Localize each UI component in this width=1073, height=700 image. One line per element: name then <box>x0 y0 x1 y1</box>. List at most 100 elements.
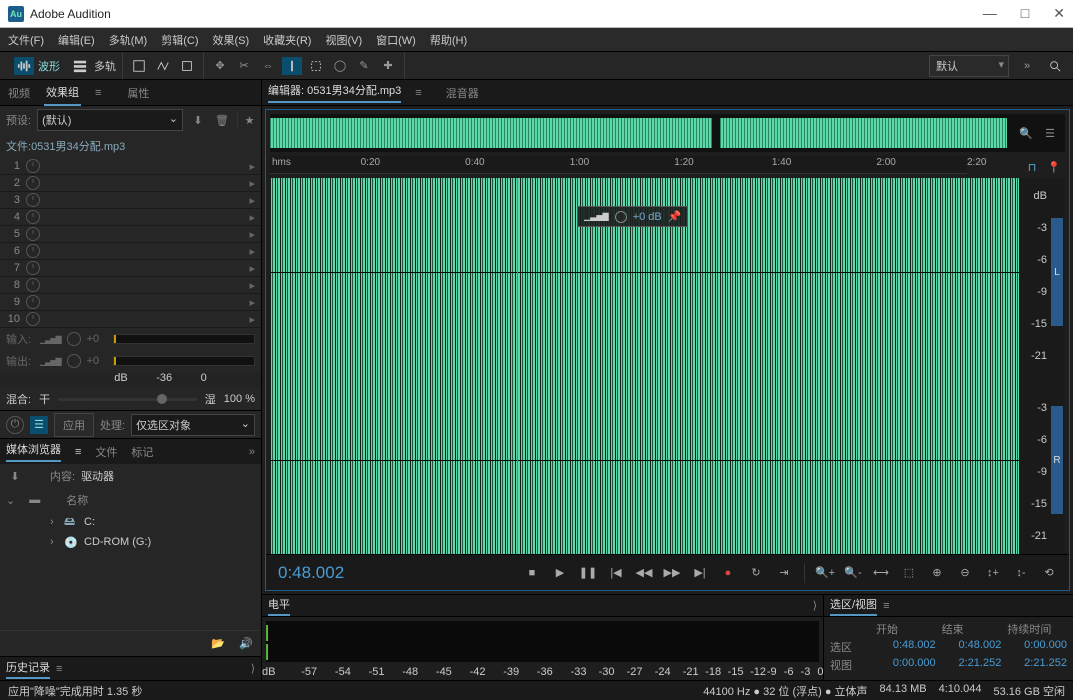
sel-duration[interactable]: 0:00.000 <box>1007 639 1067 655</box>
forward-button[interactable]: ▶▶ <box>660 561 684 585</box>
input-knob[interactable] <box>67 332 81 346</box>
favorite-icon[interactable]: ★ <box>237 111 255 129</box>
power-icon[interactable] <box>26 176 40 190</box>
slip-tool[interactable]: ⇔ <box>258 57 278 75</box>
tab-markers[interactable]: 标记 <box>131 444 153 460</box>
menu-view[interactable]: 视图(V) <box>325 32 362 48</box>
delete-preset-icon[interactable]: 🗑 <box>213 111 231 129</box>
maximize-button[interactable]: □ <box>1021 5 1029 22</box>
zoom-out-v-button[interactable]: ↕- <box>1009 561 1033 585</box>
panel-menu-icon[interactable]: ≡ <box>75 446 81 458</box>
search-button[interactable] <box>1045 57 1065 75</box>
power-icon[interactable] <box>26 210 40 224</box>
zoom-reset-button[interactable]: ⟲ <box>1037 561 1061 585</box>
tab-effects-rack[interactable]: 效果组 <box>44 80 81 106</box>
collapse-icon[interactable]: ⟩ <box>813 599 817 612</box>
workspace-more[interactable]: » <box>1017 57 1037 75</box>
skip-selection-button[interactable]: ⇥ <box>772 561 796 585</box>
zoom-in-v-button[interactable]: ↕+ <box>981 561 1005 585</box>
spectral-pitch-button[interactable] <box>153 57 173 75</box>
tree-item[interactable]: › 💿 CD-ROM (G:) <box>0 532 261 552</box>
effect-slot[interactable]: 9▸ <box>0 294 261 311</box>
close-button[interactable]: ✕ <box>1053 5 1065 22</box>
pin-icon[interactable]: 📌 <box>668 210 682 223</box>
list-icon[interactable]: ☰ <box>30 416 48 434</box>
open-folder-icon[interactable]: 📂 <box>209 635 227 653</box>
power-icon[interactable] <box>26 244 40 258</box>
import-icon[interactable]: ⬇ <box>6 467 24 485</box>
zoom-icon[interactable]: 🔍 <box>1017 124 1035 142</box>
rewind-button[interactable]: ◀◀ <box>632 561 656 585</box>
power-icon[interactable] <box>26 261 40 275</box>
preview-audio-icon[interactable]: 🔊 <box>237 635 255 653</box>
menu-help[interactable]: 帮助(H) <box>430 32 467 48</box>
brush-tool[interactable]: ✎ <box>354 57 374 75</box>
record-button[interactable]: ● <box>716 561 740 585</box>
playhead[interactable] <box>517 178 518 554</box>
skip-back-button[interactable]: |◀ <box>604 561 628 585</box>
power-button[interactable]: ⏻ <box>6 416 24 434</box>
stop-button[interactable]: ■ <box>520 561 544 585</box>
panel-menu-icon[interactable]: ≡ <box>95 87 101 99</box>
spectral-freq-button[interactable] <box>129 57 149 75</box>
zoom-selection-button[interactable]: ⬚ <box>897 561 921 585</box>
zoom-out-h-button[interactable]: 🔍- <box>841 561 865 585</box>
menu-edit[interactable]: 编辑(E) <box>58 32 95 48</box>
magnet-icon[interactable]: ⊓ <box>1023 158 1041 176</box>
minimize-button[interactable]: — <box>983 5 997 22</box>
power-icon[interactable] <box>26 159 40 173</box>
effect-slot[interactable]: 6▸ <box>0 243 261 260</box>
power-icon[interactable] <box>26 227 40 241</box>
sel-end[interactable]: 0:48.002 <box>942 639 1002 655</box>
menu-multitrack[interactable]: 多轨(M) <box>109 32 148 48</box>
waveform-view-button[interactable] <box>14 57 34 75</box>
power-icon[interactable] <box>26 193 40 207</box>
effect-slot[interactable]: 7▸ <box>0 260 261 277</box>
panel-menu-icon[interactable]: ≡ <box>56 663 62 675</box>
hud-overlay[interactable]: ▁▃▅▇ +0 dB 📌 <box>577 206 688 227</box>
tree-caret[interactable]: ⌄ <box>6 494 15 507</box>
loop-button[interactable]: ↻ <box>744 561 768 585</box>
tree-item[interactable]: › 🖴 C: <box>0 512 261 532</box>
menu-window[interactable]: 窗口(W) <box>376 32 416 48</box>
tab-history[interactable]: 历史记录 <box>6 659 50 679</box>
effect-slot[interactable]: 1▸ <box>0 158 261 175</box>
power-icon[interactable] <box>26 278 40 292</box>
zoom-in-h-button[interactable]: 🔍+ <box>813 561 837 585</box>
effect-slot[interactable]: 8▸ <box>0 277 261 294</box>
multitrack-view-button[interactable] <box>70 57 90 75</box>
tab-media-browser[interactable]: 媒体浏览器 <box>6 441 61 462</box>
menu-clip[interactable]: 剪辑(C) <box>161 32 198 48</box>
effect-slot[interactable]: 2▸ <box>0 175 261 192</box>
effect-slot[interactable]: 4▸ <box>0 209 261 226</box>
power-icon[interactable] <box>26 312 40 326</box>
tab-video[interactable]: 视频 <box>6 81 32 105</box>
move-tool[interactable]: ✥ <box>210 57 230 75</box>
view-end[interactable]: 2:21.252 <box>942 657 1002 673</box>
menu-file[interactable]: 文件(F) <box>8 32 44 48</box>
tab-levels[interactable]: 电平 <box>268 596 290 616</box>
overview[interactable]: 🔍 ☰ <box>270 114 1065 152</box>
expand-icon[interactable]: » <box>249 446 255 458</box>
zoom-fit-button[interactable]: ⟷ <box>869 561 893 585</box>
effect-slot[interactable]: 10▸ <box>0 311 261 328</box>
pause-button[interactable]: ❚❚ <box>576 561 600 585</box>
menu-effects[interactable]: 效果(S) <box>213 32 250 48</box>
save-preset-icon[interactable]: ⬇ <box>189 111 207 129</box>
mix-slider[interactable] <box>58 398 197 401</box>
knob-icon[interactable] <box>615 211 627 223</box>
channel-left-label[interactable]: L <box>1051 218 1063 326</box>
power-icon[interactable] <box>26 295 40 309</box>
time-ruler[interactable]: hms 0:200:401:001:201:402:002:20 <box>270 156 967 174</box>
effect-slot[interactable]: 3▸ <box>0 192 261 209</box>
process-dropdown[interactable]: 仅选区对象⌄ <box>131 414 255 436</box>
workspace-dropdown[interactable]: 默认 <box>929 55 1009 77</box>
preset-dropdown[interactable]: (默认)⌄ <box>37 109 183 131</box>
waveform-display[interactable]: ▁▃▅▇ +0 dB 📌 <box>270 178 1019 554</box>
tab-editor[interactable]: 编辑器: 0531男34分配.mp3 <box>268 82 401 103</box>
skip-forward-button[interactable]: ▶| <box>688 561 712 585</box>
razor-tool[interactable]: ✂ <box>234 57 254 75</box>
output-knob[interactable] <box>67 354 81 368</box>
apply-button[interactable]: 应用 <box>54 413 94 437</box>
marquee-tool[interactable] <box>306 57 326 75</box>
